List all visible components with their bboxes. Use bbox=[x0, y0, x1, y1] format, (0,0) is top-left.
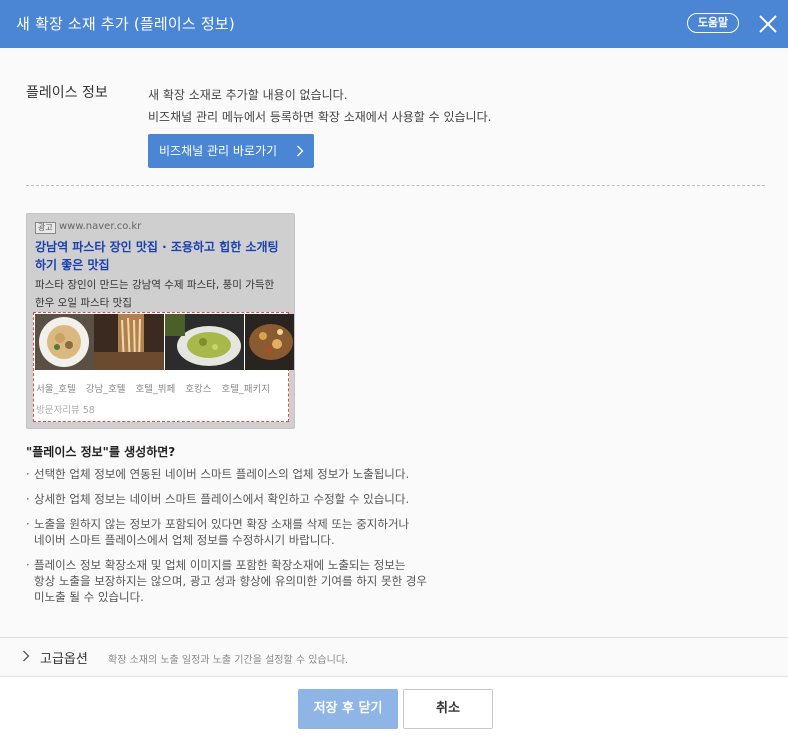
ad-title-line: 강남역 파스타 장인 맛집 · 조용하고 힙한 소개팅 bbox=[35, 240, 279, 254]
advanced-options-description: 확장 소재의 노출 일정과 노출 기간을 설정할 수 있습니다. bbox=[108, 655, 349, 666]
save-and-close-button[interactable]: 저장 후 닫기 bbox=[298, 689, 398, 729]
dialog-title: 새 확장 소재 추가 (플레이스 정보) bbox=[16, 15, 235, 33]
section-divider bbox=[26, 185, 765, 186]
place-info-highlight: 서울_호텔 강남_호텔 호텔_뷔페 호캉스 호텔_패키지 방문자리뷰 58 bbox=[33, 312, 294, 422]
place-tag: 호텔_패키지 bbox=[221, 384, 270, 395]
close-icon bbox=[759, 15, 777, 33]
help-button[interactable]: 도움말 bbox=[687, 13, 739, 33]
info-text: 상세한 업체 정보는 네이버 스마트 플레이스에서 확인하고 수정할 수 있습니… bbox=[34, 492, 410, 506]
photo-pasta-plate bbox=[35, 314, 94, 370]
advanced-options-row[interactable]: 고급옵션 확장 소재의 노출 일정과 노출 기간을 설정할 수 있습니다. bbox=[0, 638, 788, 676]
ad-desc-line: 파스타 장인이 만드는 강남역 수제 파스타, 풍미 가득한 bbox=[35, 279, 275, 291]
info-text: 노출을 원하지 않는 정보가 포함되어 있다면 확장 소재를 삭제 또는 중지하… bbox=[34, 517, 410, 531]
advanced-options-toggle[interactable]: 고급옵션 bbox=[40, 648, 88, 667]
empty-notice: 새 확장 소재로 추가할 내용이 없습니다. bbox=[148, 88, 348, 102]
place-tags: 서울_호텔 강남_호텔 호텔_뷔페 호캉스 호텔_패키지 bbox=[36, 381, 277, 395]
info-text: 플레이스 정보 확장소재 및 업체 이미지를 포함한 확장소재에 노출되는 정보… bbox=[34, 558, 406, 572]
footer-divider bbox=[0, 676, 788, 677]
ad-title-line: 하기 좋은 맛집 bbox=[35, 258, 110, 272]
section-label-place-info: 플레이스 정보 bbox=[26, 85, 108, 101]
photo-dish bbox=[245, 314, 294, 370]
ad-tag: 광고 bbox=[35, 222, 56, 234]
bullet: · bbox=[26, 517, 30, 531]
place-tag: 호캉스 bbox=[185, 384, 212, 395]
bizchannel-shortcut-button[interactable]: 비즈채널 관리 바로가기 bbox=[148, 134, 314, 168]
place-tag: 서울_호텔 bbox=[36, 384, 76, 395]
ad-preview: 광고 www.naver.co.kr 강남역 파스타 장인 맛집 · 조용하고 … bbox=[26, 213, 295, 429]
place-tag: 호텔_뷔페 bbox=[135, 384, 176, 395]
photo-pesto-pasta bbox=[165, 314, 244, 370]
info-text: 미노출 될 수 있습니다. bbox=[34, 590, 144, 604]
info-text: 선택한 업체 정보에 연동된 네이버 스마트 플레이스의 업체 정보가 노출됩니… bbox=[34, 467, 410, 481]
ad-desc-line: 한우 오일 파스타 맛집 bbox=[35, 297, 132, 309]
place-photos bbox=[35, 314, 294, 370]
ad-url: www.naver.co.kr bbox=[59, 221, 142, 232]
photo-noodle-lift bbox=[94, 314, 164, 370]
bizchannel-shortcut-label: 비즈채널 관리 바로가기 bbox=[159, 144, 278, 158]
bullet: · bbox=[26, 558, 30, 572]
ad-description: 파스타 장인이 만드는 강남역 수제 파스타, 풍미 가득한 한우 오일 파스타… bbox=[35, 276, 290, 312]
info-text: 네이버 스마트 플레이스에서 업체 정보를 수정하시기 바랍니다. bbox=[34, 533, 335, 547]
chevron-right-icon bbox=[297, 145, 304, 157]
info-text: 항상 노출을 보장하지는 않으며, 광고 성과 향상에 유의미한 기여를 하지 … bbox=[34, 574, 428, 588]
visitor-review-count: 방문자리뷰 58 bbox=[36, 405, 95, 416]
close-button[interactable] bbox=[756, 12, 780, 36]
bullet: · bbox=[26, 492, 30, 506]
place-tag: 강남_호텔 bbox=[85, 384, 126, 395]
bullet: · bbox=[26, 467, 30, 481]
info-heading: "플레이스 정보"를 생성하면? bbox=[26, 445, 176, 459]
chevron-right-icon bbox=[23, 650, 30, 662]
ad-title: 강남역 파스타 장인 맛집 · 조용하고 힙한 소개팅 하기 좋은 맛집 bbox=[35, 238, 290, 274]
register-hint: 비즈채널 관리 메뉴에서 등록하면 확장 소재에서 사용할 수 있습니다. bbox=[148, 110, 492, 124]
dialog-header: 새 확장 소재 추가 (플레이스 정보) 도움말 bbox=[0, 0, 788, 48]
cancel-button[interactable]: 취소 bbox=[403, 689, 493, 729]
